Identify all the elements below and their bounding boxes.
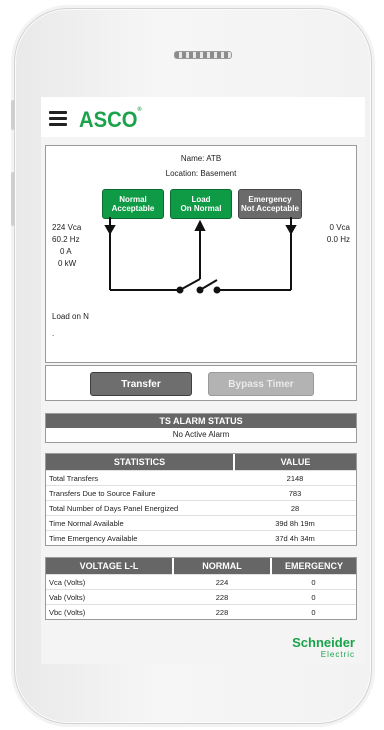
voltage-header: VOLTAGE L-L <box>46 558 174 575</box>
bypass-timer-button[interactable]: Bypass Timer <box>208 372 314 396</box>
stat-value: 28 <box>234 500 356 516</box>
logo-line1: Schneider <box>292 635 355 650</box>
emergency-value: 0 <box>271 589 356 605</box>
alarm-status-panel: TS ALARM STATUS No Active Alarm <box>45 413 357 443</box>
emergency-value: 0 <box>271 574 356 590</box>
speaker-grille <box>174 51 232 59</box>
load-status: Load on N <box>52 312 89 321</box>
load-status-dot: . <box>52 329 55 338</box>
transfer-switch-diagram: Name: ATB Location: Basement Normal Acce… <box>45 145 357 363</box>
menu-icon[interactable] <box>49 111 67 126</box>
table-row: Vbc (Volts) 228 0 <box>46 604 356 619</box>
table-row: Time Emergency Available 37d 4h 34m <box>46 530 356 545</box>
app-header: ASCO® <box>41 97 365 137</box>
alarm-title: TS ALARM STATUS <box>46 414 356 428</box>
voltage-table: VOLTAGE L-L NORMAL EMERGENCY Vca (Volts)… <box>46 558 356 619</box>
table-row: Vca (Volts) 224 0 <box>46 574 356 590</box>
value-header: VALUE <box>234 454 356 471</box>
voltage-label: Vca (Volts) <box>46 574 173 590</box>
control-panel: Transfer Bypass Timer <box>45 365 357 401</box>
stat-value: 37d 4h 34m <box>234 530 356 545</box>
logo-line2: Electric <box>320 650 355 659</box>
stat-value: 2148 <box>234 470 356 486</box>
stat-label: Time Normal Available <box>46 515 234 531</box>
volume-button <box>11 100 15 130</box>
load-arrow <box>194 219 206 231</box>
transfer-button[interactable]: Transfer <box>90 372 192 396</box>
table-row: Vab (Volts) 228 0 <box>46 589 356 605</box>
stat-label: Time Emergency Available <box>46 530 234 545</box>
schneider-electric-logo: Schneider Electric <box>287 635 355 659</box>
emergency-value: 0 <box>271 604 356 619</box>
statistics-table: STATISTICS VALUE Total Transfers 2148 Tra… <box>46 454 356 545</box>
volume-button-2 <box>11 172 15 226</box>
app-screen: ASCO® Name: ATB Location: Basement Norma… <box>41 97 365 664</box>
emergency-header: EMERGENCY <box>271 558 356 575</box>
table-row: Total Transfers 2148 <box>46 470 356 486</box>
emergency-arrow <box>285 225 297 236</box>
one-line-diagram <box>104 217 297 294</box>
voltage-label: Vab (Volts) <box>46 589 173 605</box>
normal-value: 228 <box>173 604 271 619</box>
stat-label: Total Number of Days Panel Energized <box>46 500 234 516</box>
voltage-panel: VOLTAGE L-L NORMAL EMERGENCY Vca (Volts)… <box>45 557 357 620</box>
asco-logo: ASCO® <box>79 107 142 132</box>
statistics-header: STATISTICS <box>46 454 235 471</box>
table-row: Time Normal Available 39d 8h 19m <box>46 515 356 531</box>
alarm-message: No Active Alarm <box>172 430 230 439</box>
stat-label: Total Transfers <box>46 470 234 486</box>
statistics-panel: STATISTICS VALUE Total Transfers 2148 Tra… <box>45 453 357 546</box>
stat-value: 783 <box>234 485 356 501</box>
table-row: Transfers Due to Source Failure 783 <box>46 485 356 501</box>
voltage-label: Vbc (Volts) <box>46 604 173 619</box>
normal-arrow <box>104 225 116 236</box>
normal-header: NORMAL <box>173 558 272 575</box>
normal-value: 228 <box>173 589 271 605</box>
normal-value: 224 <box>173 574 271 590</box>
table-row: Total Number of Days Panel Energized 28 <box>46 500 356 516</box>
stat-label: Transfers Due to Source Failure <box>46 485 234 501</box>
stat-value: 39d 8h 19m <box>234 515 356 531</box>
